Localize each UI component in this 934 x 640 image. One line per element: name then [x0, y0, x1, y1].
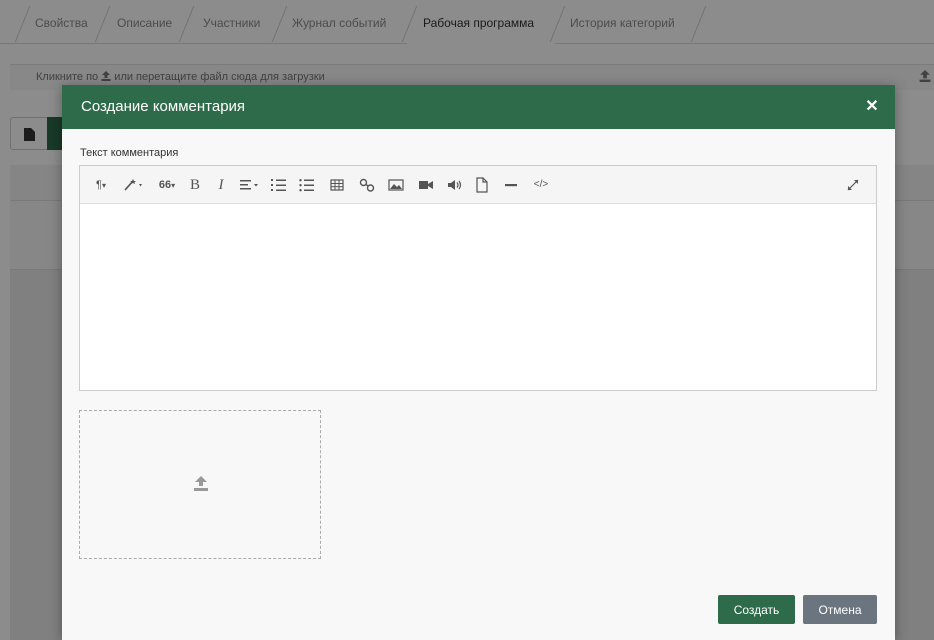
close-icon[interactable]: ✕ — [862, 97, 882, 117]
align-icon[interactable] — [238, 176, 260, 194]
magic-style-icon[interactable] — [122, 176, 146, 194]
unordered-list-icon[interactable] — [298, 176, 316, 194]
quote-glyph: 66 — [158, 179, 172, 191]
code-glyph: </> — [533, 179, 549, 190]
image-icon[interactable] — [387, 176, 405, 194]
dialog-header: Создание комментария ✕ — [62, 85, 895, 129]
editor-toolbar: ¶▾ 66▾ B I </> — [80, 166, 876, 204]
caret-glyph: ▾ — [101, 181, 106, 190]
paragraph-format-icon[interactable]: ¶▾ — [90, 176, 112, 194]
audio-icon[interactable] — [446, 176, 464, 194]
caret-glyph: ▾ — [171, 181, 176, 190]
bold-glyph: B — [189, 177, 200, 193]
dialog-title: Создание комментария — [81, 98, 246, 115]
create-comment-dialog: Создание комментария ✕ Текст комментария… — [62, 85, 895, 640]
quote-icon[interactable]: 66▾ — [154, 176, 180, 194]
bold-icon[interactable]: B — [188, 176, 202, 194]
comment-text-label: Текст комментария — [80, 147, 179, 159]
horizontal-rule-icon[interactable] — [503, 176, 519, 194]
comment-text-area[interactable] — [80, 205, 876, 390]
video-icon[interactable] — [417, 176, 435, 194]
table-icon[interactable] — [329, 176, 345, 194]
ordered-list-icon[interactable] — [270, 176, 288, 194]
fullscreen-icon[interactable] — [844, 176, 862, 194]
italic-icon[interactable]: I — [214, 176, 228, 194]
file-icon[interactable] — [474, 176, 490, 194]
cancel-button[interactable]: Отмена — [803, 595, 877, 624]
file-dropzone[interactable] — [79, 410, 321, 559]
link-icon[interactable] — [358, 176, 376, 194]
create-button[interactable]: Создать — [718, 595, 795, 624]
code-view-icon[interactable]: </> — [530, 176, 552, 194]
upload-icon — [192, 474, 210, 495]
italic-glyph: I — [218, 177, 224, 193]
rich-text-editor: ¶▾ 66▾ B I </> — [79, 165, 877, 391]
